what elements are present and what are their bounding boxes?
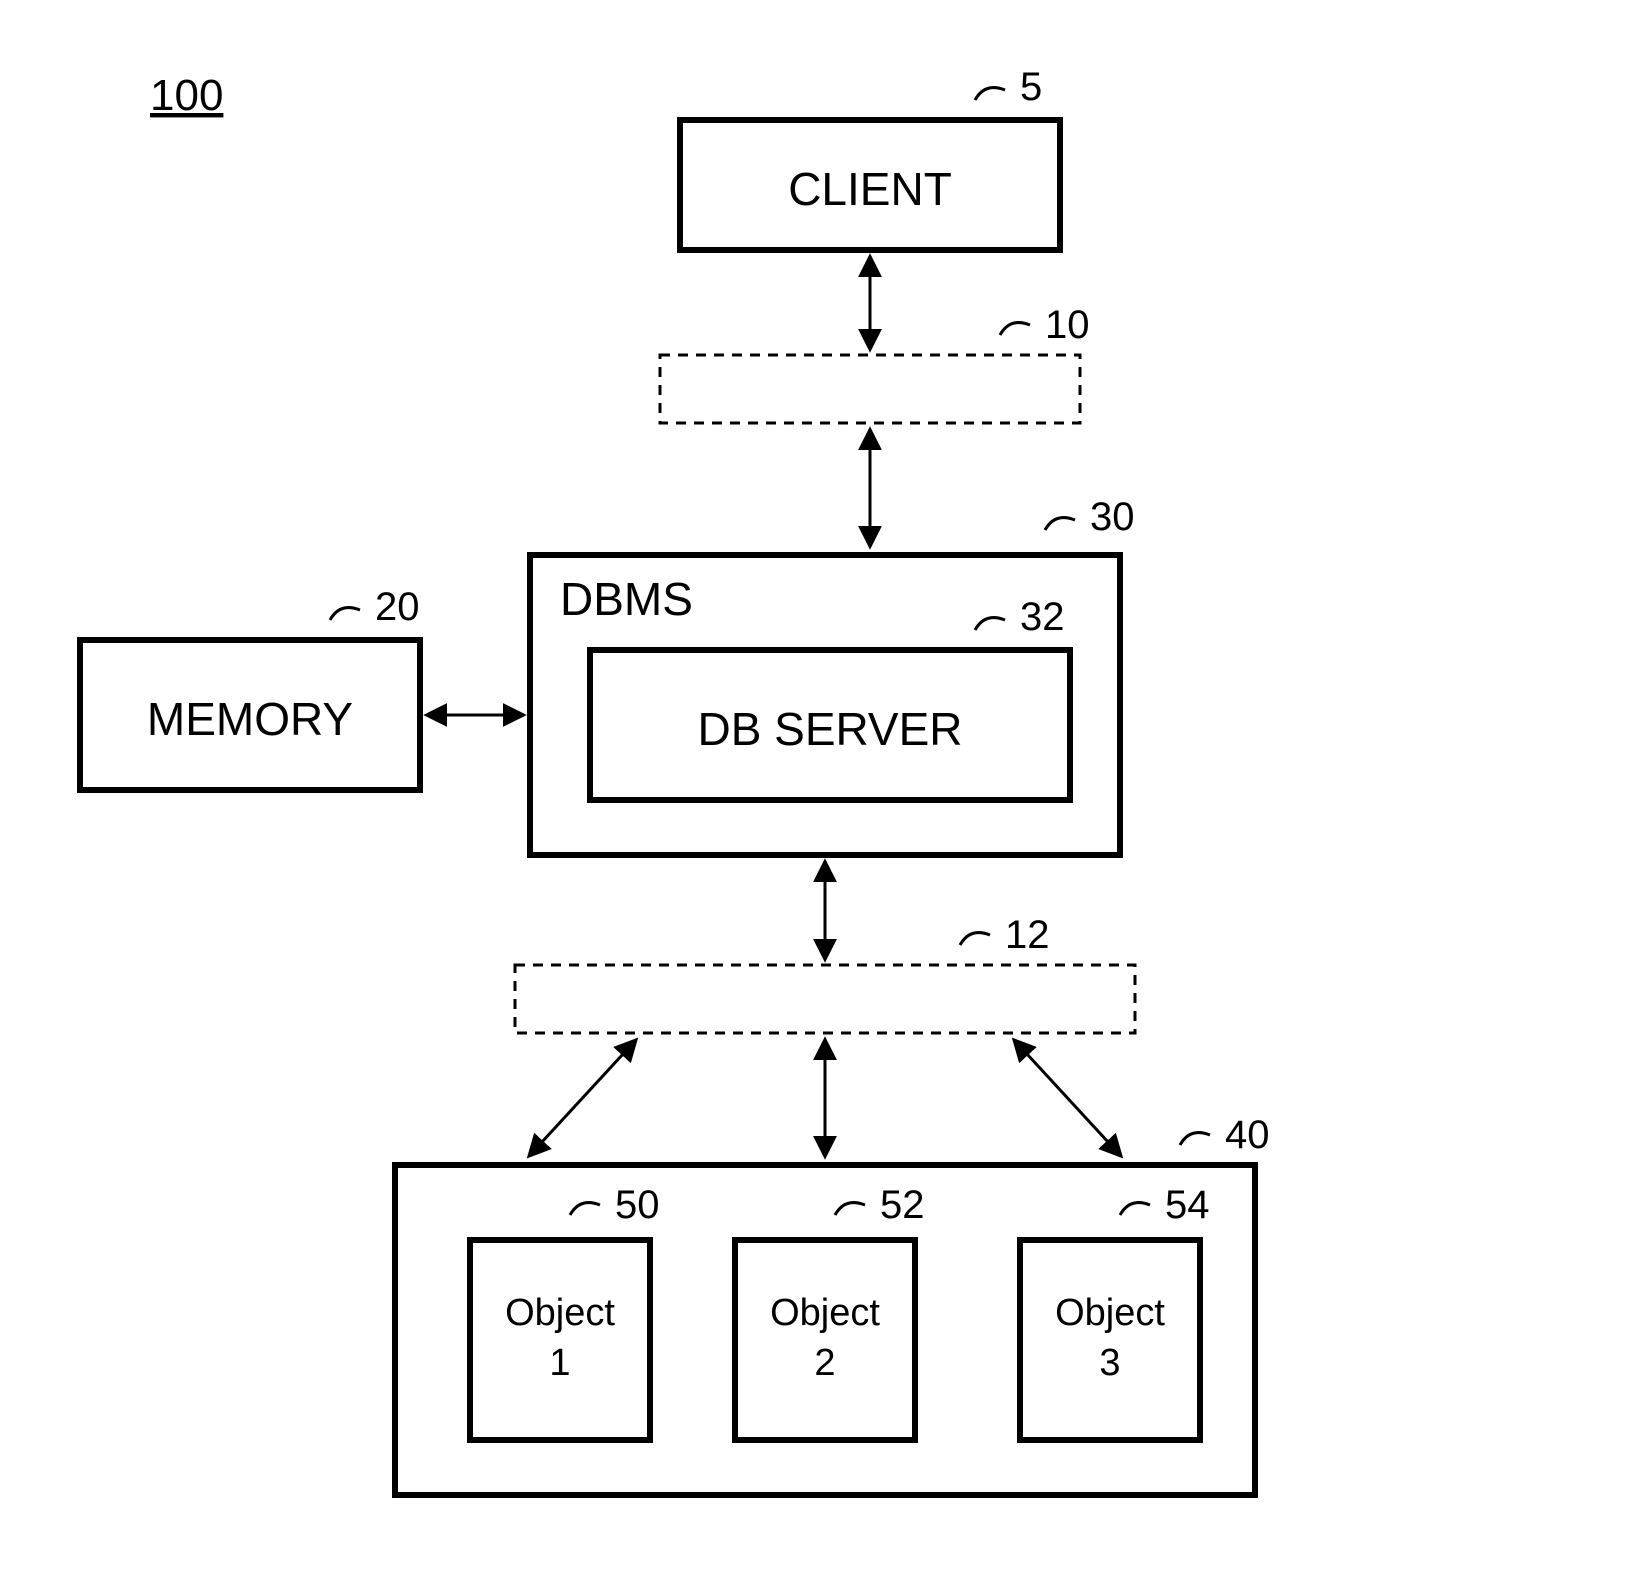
bus-top-node: 10 [660, 303, 1090, 423]
obj1-l1: Object [505, 1292, 615, 1334]
obj3-l1: Object [1055, 1292, 1165, 1334]
obj2-ref: 52 [880, 1183, 925, 1227]
dbserver-ref: 32 [1020, 595, 1065, 639]
diagram-canvas: 100 CLIENT 5 10 30 DBMS 32 DB SERVER MEM… [0, 0, 1640, 1582]
dbms-label: DBMS [560, 573, 693, 625]
obj2-l1: Object [770, 1292, 880, 1334]
arrow-bus-obj3 [1015, 1041, 1120, 1155]
client-ref: 5 [1020, 65, 1042, 109]
bus-bot-ref: 12 [1005, 913, 1050, 957]
obj1-ref: 50 [615, 1183, 660, 1227]
obj1-box [470, 1240, 650, 1440]
memory-label: MEMORY [147, 693, 353, 745]
diagram-id: 100 [150, 71, 223, 120]
obj2-l2: 2 [814, 1342, 835, 1384]
obj1-l2: 1 [549, 1342, 570, 1384]
client-node: CLIENT 5 [680, 65, 1060, 250]
dbms-ref: 30 [1090, 495, 1135, 539]
bus-top-ref: 10 [1045, 303, 1090, 347]
storage-ref: 40 [1225, 1113, 1270, 1157]
storage-node: 50 Object 1 52 Object 2 54 Object 3 [395, 1165, 1255, 1495]
dbms-node: DBMS 32 DB SERVER [530, 555, 1120, 855]
obj3-box [1020, 1240, 1200, 1440]
obj2-box [735, 1240, 915, 1440]
obj3-ref: 54 [1165, 1183, 1210, 1227]
client-label: CLIENT [788, 163, 952, 215]
memory-node: MEMORY 20 [80, 585, 420, 790]
memory-ref: 20 [375, 585, 420, 629]
dbserver-label: DB SERVER [697, 703, 962, 755]
arrow-bus-obj1 [530, 1041, 635, 1155]
obj3-l2: 3 [1099, 1342, 1120, 1384]
